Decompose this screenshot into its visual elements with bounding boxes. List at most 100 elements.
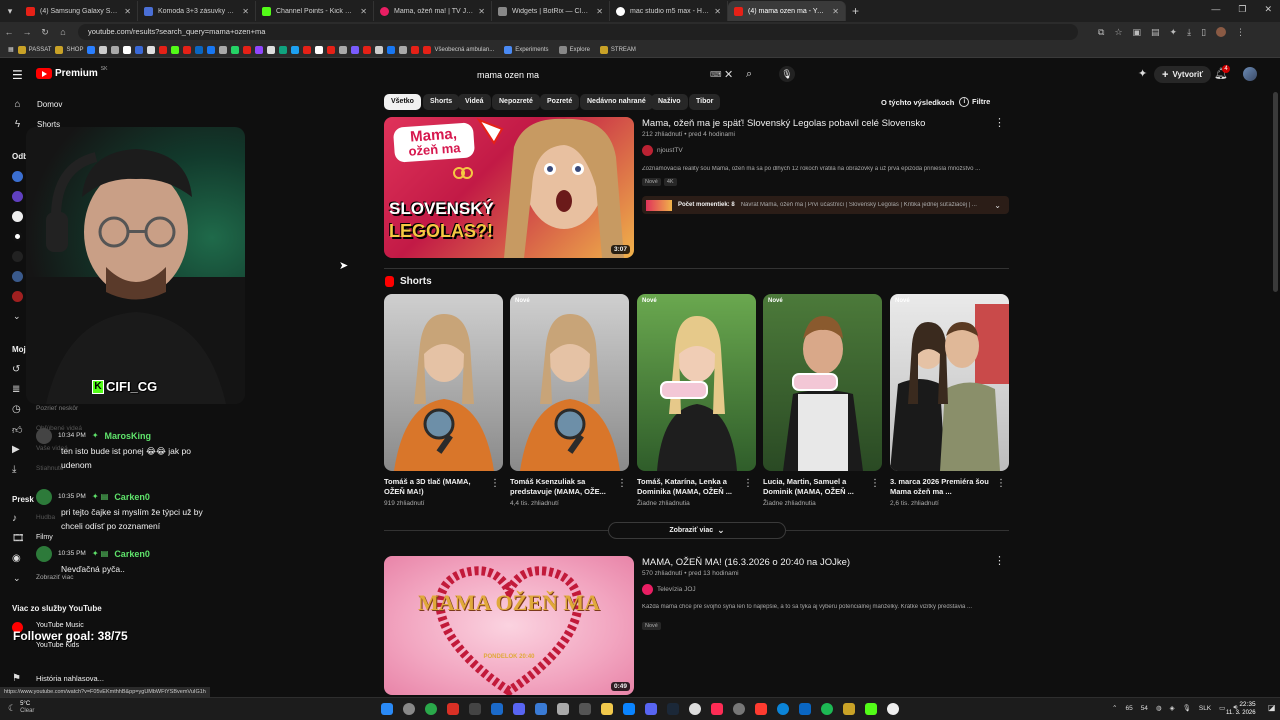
more-actions-icon[interactable]: ⋮ — [994, 116, 1005, 129]
app-icon[interactable] — [579, 703, 591, 715]
notification-center-icon[interactable]: ◪ — [1268, 703, 1276, 712]
music-icon[interactable]: ♪ — [12, 513, 17, 524]
clock[interactable]: 22:35 11. 3. 2026 — [1226, 700, 1256, 718]
short-title[interactable]: Tomáš, Katarína, Lenka a Dominika (MAMA,… — [637, 477, 745, 497]
windows-start-icon[interactable] — [381, 703, 393, 715]
chevron-down-icon[interactable]: ⌄ — [13, 311, 21, 322]
show-more-button[interactable]: Zobraziť viac ⌄ — [608, 522, 786, 539]
browser-tab[interactable]: (4) Samsung Galaxy S26 Ultra Li✕ — [20, 1, 138, 21]
profile-avatar-icon[interactable] — [1216, 26, 1227, 37]
bookmark-folder[interactable]: SHOP — [55, 45, 83, 54]
microphone-icon[interactable]: 🎙︎ — [1183, 704, 1191, 712]
more-actions-icon[interactable]: ⋮ — [870, 478, 880, 489]
close-icon[interactable]: ✕ — [242, 7, 249, 16]
bookmark-item[interactable] — [231, 45, 240, 54]
more-actions-icon[interactable]: ⋮ — [996, 478, 1006, 489]
search-input[interactable]: mama ozen ma ⌨ ✕ ⌕ — [470, 66, 770, 84]
app-icon[interactable] — [557, 703, 569, 715]
watch-later-icon[interactable]: ◷ — [12, 404, 21, 415]
close-icon[interactable]: ✕ — [360, 7, 367, 16]
browser-tab[interactable]: Channel Points - Kick Dashboar✕ — [256, 1, 374, 21]
edge-icon[interactable] — [777, 703, 789, 715]
settings-icon[interactable] — [403, 703, 415, 715]
short-title[interactable]: 3. marca 2026 Premiéra šou Mama ožeň ma … — [890, 477, 998, 497]
subscription-avatar[interactable] — [12, 231, 23, 242]
tray-app-icon[interactable]: ◈ — [1170, 704, 1175, 712]
bookmark-item[interactable] — [219, 45, 228, 54]
download-icon[interactable]: ⤓ — [12, 464, 16, 475]
back-icon[interactable]: ← — [0, 27, 18, 37]
bookmark-item[interactable] — [375, 45, 384, 54]
spotify-icon[interactable] — [821, 703, 833, 715]
short-thumbnail[interactable] — [384, 294, 503, 471]
bookmark-item[interactable] — [315, 45, 324, 54]
chip-tibor[interactable]: Tibor — [689, 94, 721, 110]
bookmark-item[interactable] — [171, 45, 180, 54]
app-icon[interactable] — [733, 703, 745, 715]
weather-widget[interactable]: ☾ 5°C Clear — [8, 701, 34, 715]
bookmark-link[interactable]: Experiments — [504, 45, 549, 54]
search-icon[interactable]: ⌕ — [746, 68, 752, 81]
short-thumbnail[interactable]: Nové — [510, 294, 629, 471]
app-icon[interactable] — [535, 703, 547, 715]
close-icon[interactable]: ✕ — [832, 7, 839, 16]
bookmark-item[interactable] — [147, 45, 156, 54]
chrome-icon[interactable] — [425, 703, 437, 715]
bookmark-item[interactable] — [363, 45, 372, 54]
bookmark-item[interactable] — [303, 45, 312, 54]
bookmark-item[interactable] — [111, 45, 120, 54]
bookmark-item[interactable] — [267, 45, 276, 54]
install-icon[interactable]: ⧉ — [1098, 27, 1104, 38]
bookmark-folder[interactable]: STREAM — [599, 45, 636, 54]
chip-live[interactable]: Naživo — [651, 94, 688, 110]
browser-tab[interactable]: Mama, ožeň ma! | TV JOJ ✕ — [374, 1, 492, 21]
steam-icon[interactable] — [667, 703, 679, 715]
more-actions-icon[interactable]: ⋮ — [617, 478, 627, 489]
app-icon[interactable] — [887, 703, 899, 715]
app-icon[interactable] — [799, 703, 811, 715]
tiktok-icon[interactable] — [711, 703, 723, 715]
close-icon[interactable]: ✕ — [478, 7, 485, 16]
filters-button[interactable]: Filtre — [972, 97, 990, 106]
bookmark-item[interactable] — [135, 45, 144, 54]
app-icon[interactable] — [623, 703, 635, 715]
sidebar-item-youtube-music[interactable]: YouTube Music — [36, 622, 84, 629]
sidebar-item-home[interactable]: ⌂ Domov — [12, 99, 62, 110]
channel-link[interactable]: Televízia JOJ — [642, 584, 696, 595]
gmail-icon[interactable] — [447, 703, 459, 715]
playlists-icon[interactable]: ≣ — [12, 384, 20, 395]
video-title-link[interactable]: Mama, ožeň ma je späť! Slovenský Legolas… — [642, 118, 982, 129]
app-icon[interactable] — [843, 703, 855, 715]
app-icon[interactable] — [755, 703, 767, 715]
bookmark-star-icon[interactable]: ☆ — [1114, 27, 1122, 38]
movies-icon[interactable]: 🎞︎ — [12, 533, 25, 544]
bookmark-link[interactable]: Všeobecná ambulan... — [423, 45, 494, 54]
browser-tab[interactable]: Komoda 3+3 zásuvky TANGE b✕ — [138, 1, 256, 21]
bookmark-item[interactable] — [87, 45, 96, 54]
sidebar-item-report-history[interactable]: História nahlasova... — [36, 674, 104, 683]
apps-icon[interactable]: ▦ — [8, 46, 14, 53]
your-videos-icon[interactable]: ▶ — [12, 444, 20, 455]
subscription-avatar[interactable] — [12, 271, 23, 282]
short-title[interactable]: Tomáš Ksenzuliak sa predstavuje (MAMA, O… — [510, 477, 618, 497]
file-explorer-icon[interactable] — [601, 703, 613, 715]
close-icon[interactable]: ✕ — [124, 7, 131, 16]
chip-unwatched[interactable]: Nepozreté — [492, 94, 540, 110]
bookmark-item[interactable] — [351, 45, 360, 54]
subscription-avatar[interactable] — [12, 211, 23, 222]
bookmark-item[interactable] — [159, 45, 168, 54]
short-thumbnail[interactable]: Nové — [890, 294, 1009, 471]
flag-icon[interactable]: ⚑ — [12, 673, 21, 684]
more-actions-icon[interactable]: ⋮ — [743, 478, 753, 489]
create-button[interactable]: + Vytvoriť — [1154, 66, 1212, 83]
forward-icon[interactable]: → — [18, 27, 36, 37]
close-icon[interactable]: ✕ — [714, 7, 721, 16]
video-title-link[interactable]: MAMA, OŽEŇ MA! (16.3.2026 o 20:40 na JOJ… — [642, 557, 982, 568]
subscription-avatar[interactable] — [12, 291, 23, 302]
tray-app-icon[interactable]: ◍ — [1156, 704, 1162, 712]
cast-icon[interactable]: ✦ — [1138, 67, 1147, 80]
short-title[interactable]: Lucia, Martin, Samuel a Dominik (MAMA, O… — [763, 477, 871, 497]
video-thumbnail[interactable]: Mama, ožeň ma SLOVENSKÝ LEGOLAS?! 3:07 — [384, 117, 634, 258]
maximize-icon[interactable]: ❐ — [1238, 4, 1246, 15]
bookmark-item[interactable] — [327, 45, 336, 54]
